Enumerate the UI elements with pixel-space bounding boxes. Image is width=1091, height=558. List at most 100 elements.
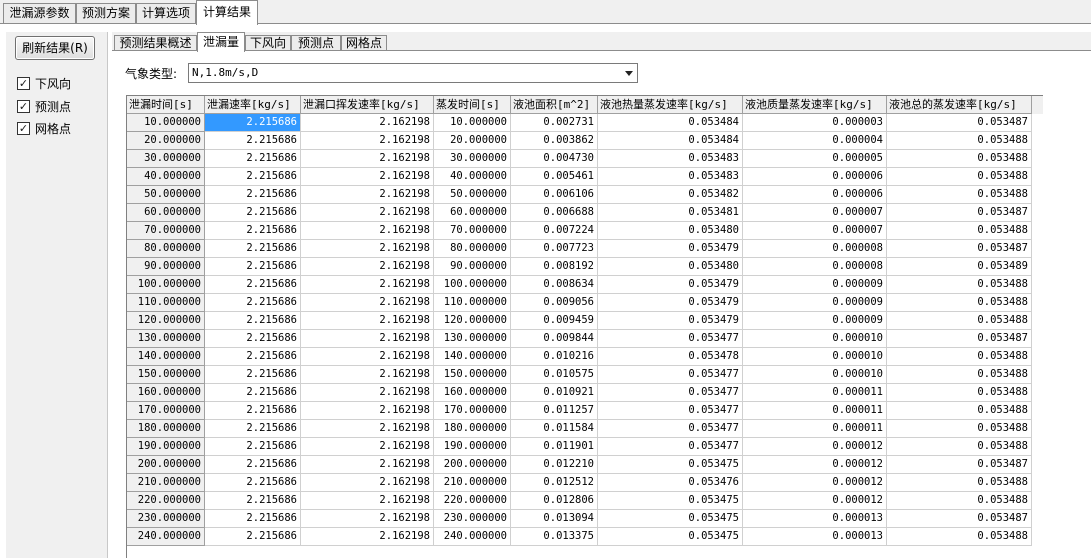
row-header-cell[interactable]: 240.000000 — [127, 528, 205, 546]
table-cell[interactable]: 0.053488 — [887, 366, 1032, 384]
table-cell[interactable]: 0.000011 — [743, 420, 887, 438]
row-header-cell[interactable]: 220.000000 — [127, 492, 205, 510]
column-header[interactable]: 泄漏速率[kg/s] — [205, 96, 301, 114]
row-header-cell[interactable]: 60.000000 — [127, 204, 205, 222]
table-cell[interactable]: 0.009844 — [511, 330, 598, 348]
table-cell[interactable]: 2.162198 — [301, 474, 434, 492]
table-cell[interactable]: 0.053488 — [887, 402, 1032, 420]
table-cell[interactable]: 2.162198 — [301, 384, 434, 402]
row-header-cell[interactable]: 190.000000 — [127, 438, 205, 456]
table-cell[interactable]: 0.007224 — [511, 222, 598, 240]
table-cell[interactable]: 0.053488 — [887, 312, 1032, 330]
table-cell[interactable]: 2.162198 — [301, 294, 434, 312]
table-cell[interactable]: 2.162198 — [301, 510, 434, 528]
table-cell[interactable]: 0.053479 — [598, 294, 743, 312]
table-cell[interactable]: 2.162198 — [301, 438, 434, 456]
table-cell[interactable]: 110.000000 — [434, 294, 511, 312]
table-cell[interactable]: 0.011584 — [511, 420, 598, 438]
table-cell[interactable]: 0.053488 — [887, 132, 1032, 150]
table-cell[interactable]: 200.000000 — [434, 456, 511, 474]
table-row[interactable]: 190.000000 2.215686 2.162198 190.000000 0.01… — [127, 438, 1033, 456]
table-cell[interactable]: 0.053488 — [887, 474, 1032, 492]
checkbox-downwind-row[interactable]: ✓ 下风向 — [17, 75, 71, 91]
table-cell[interactable]: 0.053488 — [887, 186, 1032, 204]
table-cell[interactable]: 0.053483 — [598, 150, 743, 168]
table-cell[interactable]: 2.162198 — [301, 240, 434, 258]
table-cell[interactable]: 0.000006 — [743, 168, 887, 186]
table-cell[interactable]: 0.053480 — [598, 222, 743, 240]
table-cell[interactable]: 2.215686 — [205, 258, 301, 276]
table-cell[interactable]: 0.000009 — [743, 294, 887, 312]
table-cell[interactable]: 0.000009 — [743, 312, 887, 330]
table-cell[interactable]: 2.215686 — [205, 366, 301, 384]
row-header-cell[interactable]: 150.000000 — [127, 366, 205, 384]
table-cell[interactable]: 2.162198 — [301, 528, 434, 546]
table-cell[interactable]: 0.000010 — [743, 330, 887, 348]
table-row[interactable]: 60.000000 2.215686 2.162198 60.000000 0.0066… — [127, 204, 1033, 222]
table-cell[interactable]: 0.053477 — [598, 366, 743, 384]
table-cell[interactable]: 2.162198 — [301, 402, 434, 420]
table-cell[interactable]: 2.215686 — [205, 384, 301, 402]
table-cell[interactable]: 0.053488 — [887, 222, 1032, 240]
table-cell[interactable]: 0.007723 — [511, 240, 598, 258]
chevron-down-icon[interactable] — [625, 71, 633, 76]
row-header-cell[interactable]: 100.000000 — [127, 276, 205, 294]
table-cell[interactable]: 0.000011 — [743, 384, 887, 402]
tab-prediction-plan[interactable]: 预测方案 — [76, 3, 136, 24]
tab-leak-source-params[interactable]: 泄漏源参数 — [3, 3, 76, 24]
table-row[interactable]: 90.000000 2.215686 2.162198 90.000000 0.0081… — [127, 258, 1033, 276]
table-cell[interactable]: 0.002731 — [511, 114, 598, 132]
refresh-results-button[interactable]: 刷新结果(R) — [15, 36, 95, 60]
table-row[interactable]: 160.000000 2.215686 2.162198 160.000000 0.01… — [127, 384, 1033, 402]
table-cell[interactable]: 2.162198 — [301, 150, 434, 168]
table-row[interactable]: 20.000000 2.215686 2.162198 20.000000 0.0038… — [127, 132, 1033, 150]
table-cell[interactable]: 150.000000 — [434, 366, 511, 384]
table-cell[interactable]: 0.000010 — [743, 348, 887, 366]
table-cell[interactable]: 0.053476 — [598, 474, 743, 492]
table-cell[interactable]: 0.012210 — [511, 456, 598, 474]
table-cell[interactable]: 10.000000 — [434, 114, 511, 132]
table-row[interactable]: 40.000000 2.215686 2.162198 40.000000 0.0054… — [127, 168, 1033, 186]
column-header[interactable]: 泄漏口挥发速率[kg/s] — [301, 96, 434, 114]
table-row[interactable]: 10.000000 2.215686 2.162198 10.000000 0.0027… — [127, 114, 1033, 132]
table-cell[interactable]: 0.013375 — [511, 528, 598, 546]
column-header[interactable]: 液池热量蒸发速率[kg/s] — [598, 96, 743, 114]
table-cell[interactable]: 2.162198 — [301, 420, 434, 438]
table-cell[interactable]: 0.053479 — [598, 276, 743, 294]
table-cell[interactable]: 0.053475 — [598, 510, 743, 528]
table-row[interactable]: 220.000000 2.215686 2.162198 220.000000 0.01… — [127, 492, 1033, 510]
table-cell[interactable]: 0.053477 — [598, 330, 743, 348]
table-cell[interactable]: 0.053479 — [598, 312, 743, 330]
table-cell[interactable]: 0.053477 — [598, 402, 743, 420]
table-cell[interactable]: 0.053488 — [887, 348, 1032, 366]
table-cell[interactable]: 0.053487 — [887, 114, 1032, 132]
table-cell[interactable]: 2.215686 — [205, 294, 301, 312]
table-cell[interactable]: 0.053475 — [598, 456, 743, 474]
row-header-cell[interactable]: 130.000000 — [127, 330, 205, 348]
table-cell[interactable]: 2.215686 — [205, 114, 301, 132]
table-cell[interactable]: 0.000004 — [743, 132, 887, 150]
table-cell[interactable]: 0.053488 — [887, 168, 1032, 186]
table-cell[interactable]: 220.000000 — [434, 492, 511, 510]
table-cell[interactable]: 90.000000 — [434, 258, 511, 276]
table-row[interactable]: 110.000000 2.215686 2.162198 110.000000 0.00… — [127, 294, 1033, 312]
table-cell[interactable]: 2.215686 — [205, 492, 301, 510]
table-cell[interactable]: 80.000000 — [434, 240, 511, 258]
table-cell[interactable]: 2.215686 — [205, 330, 301, 348]
table-cell[interactable]: 0.012512 — [511, 474, 598, 492]
table-cell[interactable]: 0.010216 — [511, 348, 598, 366]
table-cell[interactable]: 0.011901 — [511, 438, 598, 456]
tab-prediction-overview[interactable]: 预测结果概述 — [114, 35, 197, 51]
table-cell[interactable]: 2.215686 — [205, 528, 301, 546]
table-cell[interactable]: 0.011257 — [511, 402, 598, 420]
table-cell[interactable]: 0.012806 — [511, 492, 598, 510]
table-row[interactable]: 200.000000 2.215686 2.162198 200.000000 0.01… — [127, 456, 1033, 474]
table-cell[interactable]: 0.053487 — [887, 204, 1032, 222]
row-header-cell[interactable]: 20.000000 — [127, 132, 205, 150]
table-cell[interactable]: 120.000000 — [434, 312, 511, 330]
table-cell[interactable]: 40.000000 — [434, 168, 511, 186]
table-row[interactable]: 30.000000 2.215686 2.162198 30.000000 0.0047… — [127, 150, 1033, 168]
tab-calc-options[interactable]: 计算选项 — [136, 3, 196, 24]
table-cell[interactable]: 0.000007 — [743, 222, 887, 240]
row-header-cell[interactable]: 160.000000 — [127, 384, 205, 402]
